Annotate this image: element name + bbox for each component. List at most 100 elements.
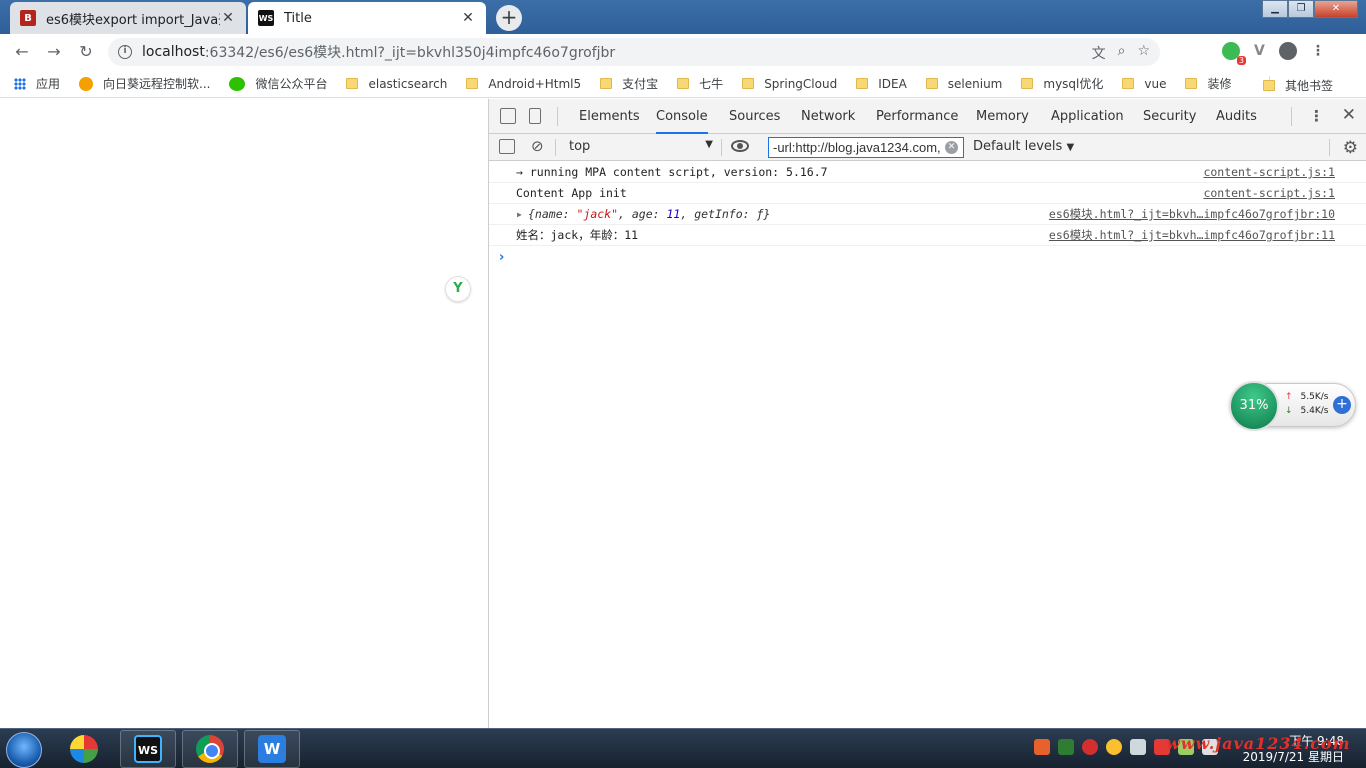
windows-taskbar: WS W 下午 9:48 2019/7/21 星期日 xyxy=(0,728,1366,768)
more-options-icon[interactable]: ⋮ xyxy=(1309,107,1324,125)
maximize-button[interactable]: ❐ xyxy=(1288,0,1314,18)
clear-filter-icon[interactable]: ✕ xyxy=(945,141,958,154)
webstorm-icon: WS xyxy=(134,735,162,763)
browser-tab-java1234[interactable]: B es6模块export import_Java开源 ✕ xyxy=(10,2,246,34)
bookmark-sunflower[interactable]: 向日葵远程控制软... xyxy=(79,75,210,92)
arrow-up-icon: ↑ xyxy=(1285,392,1293,402)
browser-menu-icon[interactable]: ⋮ xyxy=(1311,43,1325,59)
console-prompt-icon[interactable]: › xyxy=(499,250,504,265)
bookmark-folder[interactable]: IDEA xyxy=(856,77,907,91)
close-devtools-icon[interactable]: ✕ xyxy=(1342,105,1356,125)
tab-application[interactable]: Application xyxy=(1051,99,1124,134)
translate-icon[interactable]: 文 xyxy=(1092,43,1106,63)
console-log: → running MPA content script, version: 5… xyxy=(489,162,1366,265)
expand-triangle-icon[interactable]: ▶ xyxy=(517,204,522,225)
bookmark-folder[interactable]: Android+Html5 xyxy=(466,77,581,91)
arrow-down-icon: ↓ xyxy=(1285,406,1293,416)
console-settings-gear-icon[interactable]: ⚙ xyxy=(1343,138,1358,158)
console-message: 姓名：jack，年龄：11 es6模块.html?_ijt=bkvh…impfc… xyxy=(489,225,1366,246)
colorful-app-icon xyxy=(70,735,98,763)
chrome-icon xyxy=(196,735,224,763)
source-link[interactable]: es6模块.html?_ijt=bkvh…impfc46o7grofjbr:10 xyxy=(1049,204,1335,225)
bookmark-folder[interactable]: SpringCloud xyxy=(742,77,837,91)
folder-icon xyxy=(1021,78,1034,89)
close-tab-icon[interactable]: ✕ xyxy=(460,10,476,26)
dropdown-arrow-icon: ▼ xyxy=(705,139,713,150)
tab-audits[interactable]: Audits xyxy=(1216,99,1257,134)
info-icon[interactable]: i xyxy=(118,45,132,59)
taskbar-app-colors[interactable] xyxy=(56,730,112,768)
tab-console[interactable]: Console xyxy=(656,99,708,134)
bookmark-folder[interactable]: 装修 xyxy=(1185,75,1231,92)
tab-security[interactable]: Security xyxy=(1143,99,1196,134)
extension-area: 3 V ⋮ xyxy=(1222,42,1325,65)
net-speed-widget[interactable]: 31% ↑ 5.5K/s ↓ 5.4K/s + xyxy=(1229,381,1356,431)
tab-memory[interactable]: Memory xyxy=(976,99,1029,134)
bookmark-wechat[interactable]: 微信公众平台 xyxy=(229,75,327,92)
new-tab-button[interactable]: + xyxy=(496,5,522,31)
bookmark-folder[interactable]: elasticsearch xyxy=(346,77,447,91)
bookmark-folder[interactable]: selenium xyxy=(925,77,1002,91)
folder-icon xyxy=(1185,78,1198,89)
object-preview[interactable]: {name: "jack", age: 11, getInfo: ƒ} xyxy=(516,207,770,221)
live-expression-eye-icon[interactable] xyxy=(731,140,749,152)
minimize-button[interactable]: ▁ xyxy=(1262,0,1288,18)
window-close-button[interactable]: ✕ xyxy=(1314,0,1358,18)
device-toolbar-icon[interactable] xyxy=(529,108,541,124)
other-bookmarks[interactable]: 其他书签 xyxy=(1262,77,1333,94)
floating-extension-icon[interactable]: Y xyxy=(445,276,471,302)
wechat-icon xyxy=(229,76,246,91)
address-bar[interactable]: i localhost:63342/es6/es6模块.html?_ijt=bk… xyxy=(108,38,1160,66)
vue-extension-icon[interactable]: V xyxy=(1254,43,1265,59)
taskbar-app-wps[interactable]: W xyxy=(244,730,300,768)
antivirus-icon[interactable] xyxy=(1082,739,1098,755)
tab-network[interactable]: Network xyxy=(801,99,855,134)
sidebar-toggle-icon[interactable] xyxy=(499,139,515,154)
source-link[interactable]: content-script.js:1 xyxy=(1203,162,1335,183)
bookmark-folder[interactable]: 七牛 xyxy=(677,75,723,92)
browser-tab-title[interactable]: WS Title ✕ xyxy=(248,2,486,34)
taskbar-app-chrome[interactable] xyxy=(182,730,238,768)
source-link[interactable]: es6模块.html?_ijt=bkvh…impfc46o7grofjbr:11 xyxy=(1049,225,1335,246)
memory-usage-gauge: 31% xyxy=(1229,381,1279,431)
action-center-icon[interactable] xyxy=(1130,739,1146,755)
boost-plus-icon[interactable]: + xyxy=(1333,396,1351,414)
tab-elements[interactable]: Elements xyxy=(579,99,640,134)
toolbar-divider xyxy=(1329,139,1330,156)
reload-icon[interactable]: ↻ xyxy=(76,42,96,62)
bookmark-folder[interactable]: 支付宝 xyxy=(600,75,658,92)
bookmark-folder[interactable]: mysql优化 xyxy=(1021,75,1103,92)
bookmark-folder[interactable]: vue xyxy=(1122,77,1166,91)
taskbar-app-webstorm[interactable]: WS xyxy=(120,730,176,768)
start-button[interactable] xyxy=(6,732,42,768)
console-message-object[interactable]: ▶ {name: "jack", age: 11, getInfo: ƒ} es… xyxy=(489,204,1366,225)
input-method-icon[interactable] xyxy=(1034,739,1050,755)
folder-icon xyxy=(600,78,613,89)
site-watermark: www.java1234.com xyxy=(1166,734,1351,753)
dropdown-arrow-icon: ▼ xyxy=(1066,142,1075,153)
bookmark-apps[interactable]: 应用 xyxy=(14,75,60,92)
inspect-element-icon[interactable] xyxy=(500,108,516,124)
bookmark-star-icon[interactable]: ☆ xyxy=(1137,43,1150,63)
extension-icon[interactable]: 3 xyxy=(1222,42,1246,65)
upload-speed: ↑ 5.5K/s xyxy=(1285,392,1329,402)
apps-icon xyxy=(14,77,26,90)
forward-arrow-icon[interactable]: → xyxy=(44,42,64,62)
clear-console-icon[interactable]: ⊘ xyxy=(531,137,544,155)
log-levels-dropdown[interactable]: Default levels ▼ xyxy=(973,139,1074,154)
close-tab-icon[interactable]: ✕ xyxy=(220,10,236,26)
tab-performance[interactable]: Performance xyxy=(876,99,958,134)
webstorm-favicon-icon: WS xyxy=(258,10,274,26)
account-avatar-icon[interactable] xyxy=(1278,42,1297,60)
source-link[interactable]: content-script.js:1 xyxy=(1203,183,1335,204)
window-controls: ▁ ❐ ✕ xyxy=(1262,0,1358,18)
folder-icon xyxy=(1262,80,1275,91)
tab-sources[interactable]: Sources xyxy=(729,99,780,134)
tray-plus-icon[interactable] xyxy=(1106,739,1122,755)
context-selector[interactable]: top ▼ xyxy=(569,139,713,156)
zoom-search-icon[interactable]: ⌕ xyxy=(1118,43,1126,63)
security-shield-icon[interactable] xyxy=(1058,739,1074,755)
omnibox-actions: 文 ⌕ ☆ xyxy=(1092,43,1150,63)
back-arrow-icon[interactable]: ← xyxy=(12,42,32,62)
console-filter-input[interactable]: -url:http://blog.java1234.com, xyxy=(768,137,964,158)
